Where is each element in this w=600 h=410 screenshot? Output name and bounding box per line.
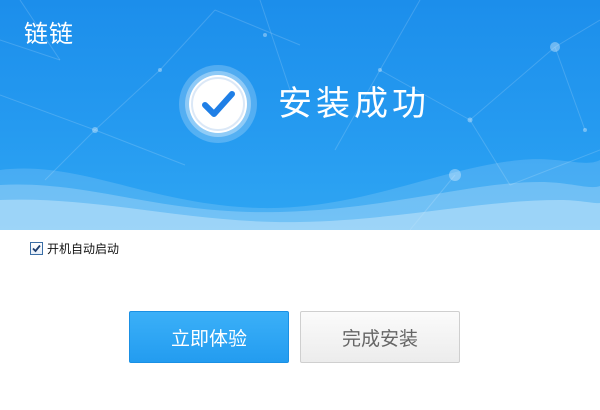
autostart-option[interactable]: 开机自动启动 (30, 240, 119, 256)
install-success-title: 安装成功 (278, 84, 430, 124)
app-logo: 链链 (24, 20, 74, 48)
autostart-checkbox[interactable] (30, 241, 43, 255)
try-now-button[interactable]: 立即体验 (129, 311, 289, 363)
header-banner: 链链 安装成功 (0, 0, 600, 230)
installer-window: 链链 安装成功 开机自动启动 立即体验 完成安装 (0, 0, 600, 410)
check-circle-icon (178, 64, 258, 144)
finish-install-button[interactable]: 完成安装 (300, 311, 460, 363)
autostart-label: 开机自动启动 (47, 241, 120, 256)
checkmark-icon (32, 244, 41, 252)
